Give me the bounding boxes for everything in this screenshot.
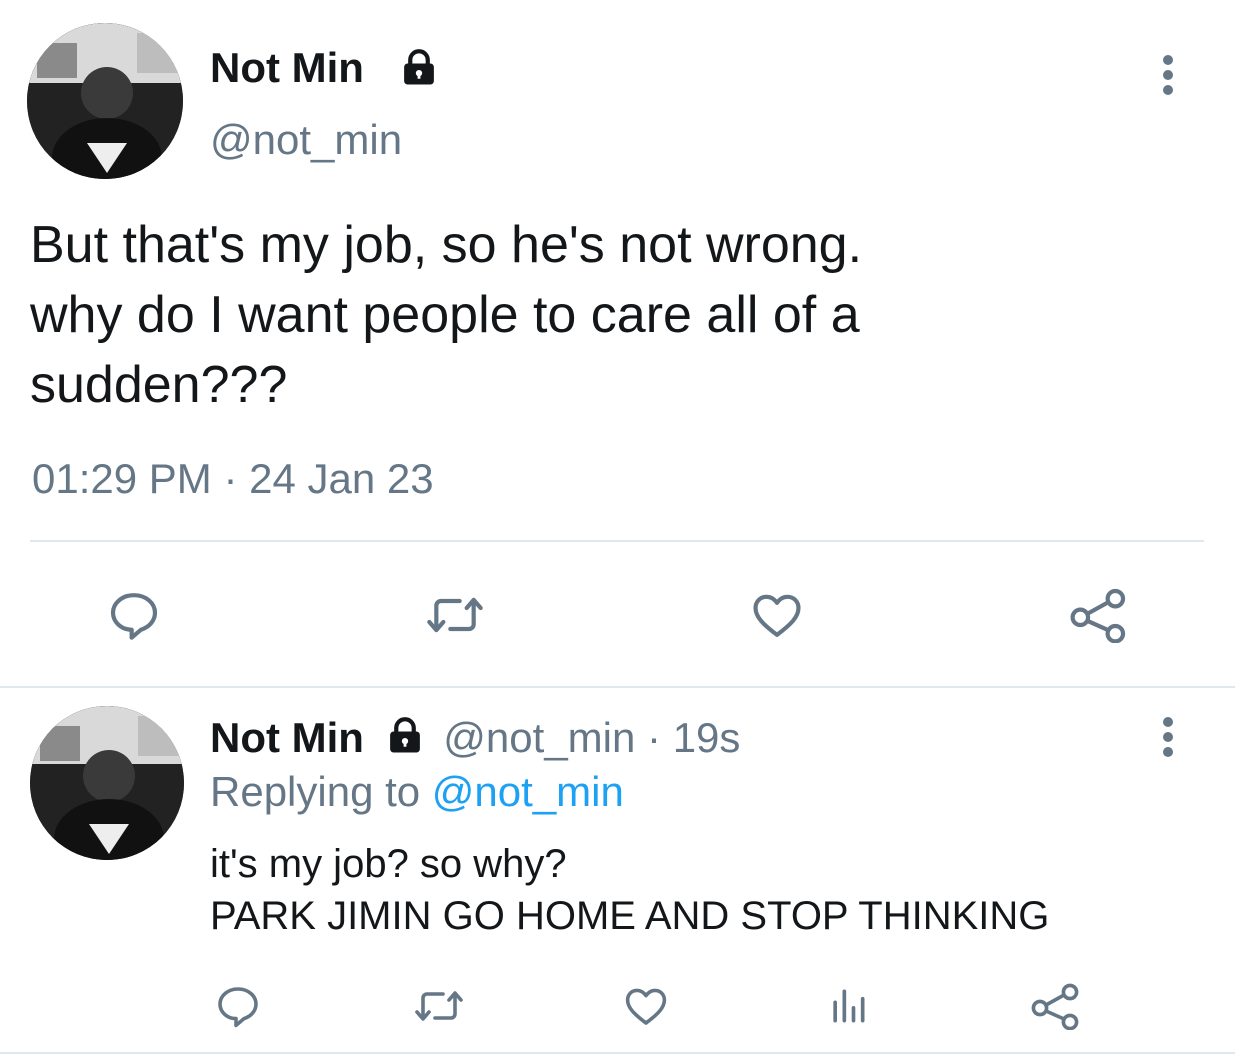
- more-vertical-icon[interactable]: [1156, 52, 1180, 98]
- reply-icon[interactable]: [214, 982, 262, 1030]
- divider: [0, 686, 1235, 688]
- tweet-text: But that's my job, so he's not wrong. wh…: [30, 210, 862, 420]
- replying-to-handle-link[interactable]: @not_min: [432, 768, 624, 815]
- display-name[interactable]: Not Min: [210, 44, 364, 92]
- reply-header: Not Min @not_min · 19s: [210, 714, 740, 762]
- like-icon[interactable]: [622, 982, 670, 1030]
- like-icon[interactable]: [749, 587, 805, 643]
- replying-to: Replying to @not_min: [210, 768, 624, 816]
- retweet-icon[interactable]: [422, 587, 488, 643]
- tweet-text-line: it's my job? so why?: [210, 842, 567, 886]
- more-vertical-icon[interactable]: [1156, 714, 1180, 760]
- analytics-icon[interactable]: [826, 984, 870, 1028]
- divider: [30, 540, 1204, 542]
- retweet-icon[interactable]: [411, 982, 467, 1030]
- tweet-text-line: why do I want people to care all of a: [30, 286, 860, 344]
- avatar[interactable]: [27, 23, 183, 179]
- lock-icon: [384, 714, 426, 756]
- tweet-timestamp[interactable]: 01:29 PM · 24 Jan 23: [32, 455, 434, 503]
- display-name[interactable]: Not Min: [210, 714, 364, 761]
- lock-icon: [398, 46, 440, 88]
- share-icon[interactable]: [1030, 982, 1082, 1030]
- tweet-date: 24 Jan 23: [249, 455, 434, 502]
- handle[interactable]: @not_min: [443, 714, 635, 761]
- tweet-time: 01:29 PM: [32, 455, 212, 502]
- tweet-text: it's my job? so why? PARK JIMIN GO HOME …: [210, 838, 1049, 942]
- handle[interactable]: @not_min: [210, 116, 402, 164]
- tweet-text-line: PARK JIMIN GO HOME AND STOP THINKING: [210, 894, 1050, 938]
- tweet-text-line: sudden???: [30, 356, 288, 414]
- reply-icon[interactable]: [106, 587, 162, 643]
- tweet-text-line: But that's my job, so he's not wrong.: [30, 216, 863, 274]
- tweet-age[interactable]: 19s: [673, 714, 741, 761]
- separator-dot: ·: [647, 714, 662, 761]
- replying-to-label: Replying to: [210, 768, 421, 815]
- avatar[interactable]: [30, 706, 184, 860]
- share-icon[interactable]: [1068, 587, 1130, 643]
- divider: [0, 1052, 1235, 1054]
- separator-dot: ·: [223, 455, 238, 502]
